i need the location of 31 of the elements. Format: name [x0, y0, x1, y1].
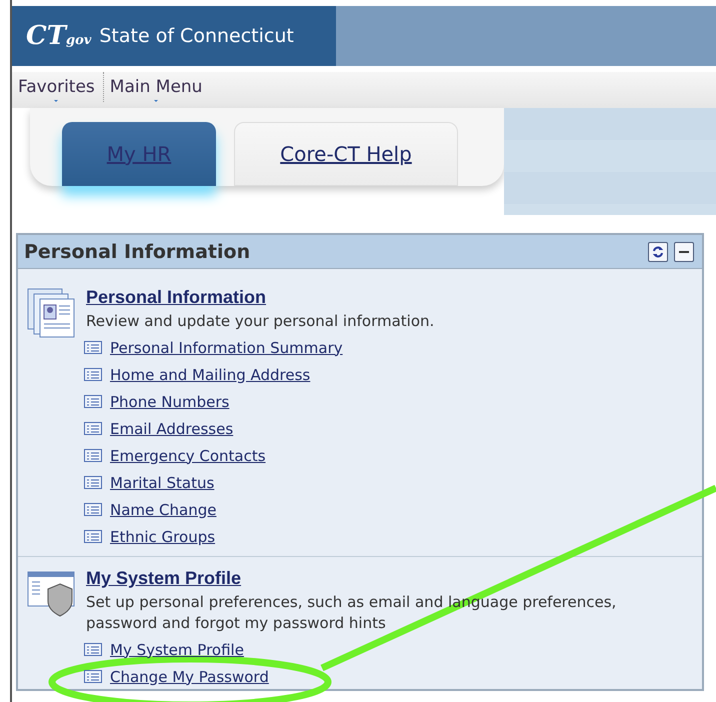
- list-icon: [84, 422, 102, 435]
- tab[interactable]: Core-CT Help: [234, 122, 458, 186]
- menu-link[interactable]: Marital Status: [110, 474, 214, 492]
- section-link[interactable]: My System Profile: [86, 568, 242, 589]
- menu-link[interactable]: My System Profile: [110, 640, 244, 658]
- menu-link[interactable]: Home and Mailing Address: [110, 366, 310, 384]
- panel-title: Personal Information: [24, 240, 252, 262]
- menu-link[interactable]: Phone Numbers: [110, 392, 230, 410]
- list-icon: [84, 670, 102, 683]
- minimize-icon[interactable]: [674, 242, 694, 262]
- list-icon: [84, 368, 102, 381]
- list-icon: [84, 530, 102, 543]
- section-link[interactable]: Personal Information: [86, 287, 266, 308]
- menu-link[interactable]: Ethnic Groups: [110, 528, 216, 546]
- refresh-icon[interactable]: [648, 242, 668, 262]
- list-icon: [84, 341, 102, 354]
- list-icon: [84, 395, 102, 408]
- section-description: Review and update your personal information.: [86, 311, 434, 332]
- menu-link[interactable]: Emergency Contacts: [110, 446, 266, 464]
- menu-button[interactable]: Favorites: [12, 72, 103, 102]
- menu-link[interactable]: Email Addresses: [110, 420, 234, 438]
- logo: CTgov: [26, 21, 92, 51]
- list-icon: [84, 449, 102, 462]
- site-title: State of Connecticut: [99, 25, 294, 47]
- menu-link[interactable]: Change My Password: [110, 668, 269, 686]
- menu-link[interactable]: Personal Information Summary: [110, 338, 343, 356]
- list-icon: [84, 503, 102, 516]
- list-icon: [84, 476, 102, 489]
- list-icon: [84, 643, 102, 656]
- menu-link[interactable]: Name Change: [110, 500, 216, 518]
- menu-button[interactable]: Main Menu: [102, 72, 210, 102]
